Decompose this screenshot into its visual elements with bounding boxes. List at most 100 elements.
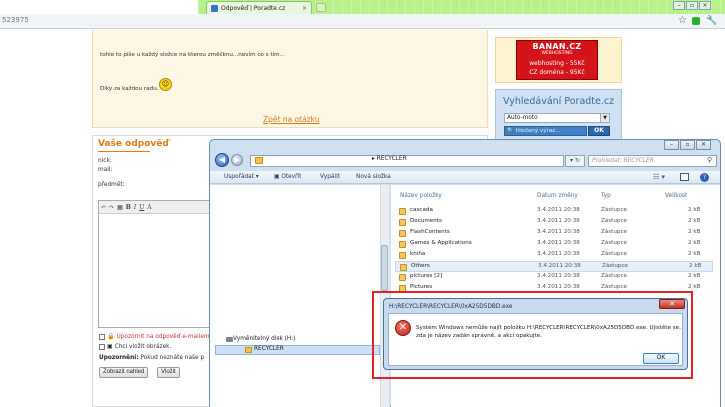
refresh-button[interactable]: ▾ ↻ (565, 155, 585, 167)
bookmark-star-icon[interactable]: ☆ (678, 15, 687, 26)
file-type: Zástupce (601, 240, 627, 246)
search-icon: 🔍 (507, 128, 516, 134)
file-row[interactable]: FlashContents 3.4.2011 20:38 Zástupce 2 kB (395, 228, 713, 239)
back-arrow-icon[interactable]: ◀ (215, 153, 229, 167)
maximize-browser-button[interactable]: ▫ (686, 1, 698, 10)
search-placeholder: hledaný výraz... (515, 128, 561, 134)
column-header-name[interactable]: Název položky (400, 193, 442, 199)
organize-button[interactable]: Uspořádat ▾ (224, 174, 259, 180)
address-bar[interactable] (0, 14, 725, 29)
insert-button[interactable]: Vložit (157, 367, 180, 378)
file-date: 3.4.2011 20:38 (537, 273, 580, 279)
browser-tab[interactable]: Odpověď | Poradte.cz × (206, 1, 312, 14)
close-tab-icon[interactable]: × (302, 5, 307, 12)
file-name: FlashContents (410, 229, 450, 235)
file-size: 2 kB (688, 284, 701, 290)
preview-pane-icon[interactable] (680, 173, 689, 181)
nav-item-label: RECYCLER (254, 346, 284, 352)
file-size: 2 kB (689, 263, 702, 269)
column-header-type[interactable]: Typ (601, 193, 611, 199)
redo-icon[interactable]: ↷ (109, 204, 114, 211)
file-type: Zástupce (601, 229, 627, 235)
file-size: 2 kB (688, 251, 701, 257)
wrench-icon[interactable]: 🔧 (706, 16, 717, 26)
file-date: 3.4.2011 20:38 (537, 218, 580, 224)
insert-table-icon[interactable]: ▦ (117, 204, 123, 211)
shortcut-icon (399, 230, 406, 237)
file-row[interactable]: kniha 3.4.2011 20:38 Zástupce 2 kB (395, 250, 713, 261)
view-options-icon[interactable]: ☷ ▾ (653, 173, 665, 181)
notify-label: Upozornit na odpověď e-mailem (116, 333, 210, 340)
answer-textarea[interactable] (98, 200, 212, 328)
form-title: Vaše odpověď (98, 139, 169, 149)
favicon-icon (211, 4, 218, 12)
dialog-body (388, 313, 683, 366)
back-to-question-link[interactable]: Zpět na otázku (263, 115, 320, 124)
error-icon: ✕ (395, 320, 411, 336)
category-value: Auto-moto (507, 115, 538, 121)
warning-rest: Pokud neznáte naše p (138, 355, 205, 361)
file-type: Zástupce (601, 273, 627, 279)
file-row[interactable]: Games & Applications 3.4.2011 20:38 Zástup… (395, 239, 713, 250)
dialog-close-button[interactable]: ✕ (659, 299, 685, 309)
preview-button[interactable]: Zobrazit nahled (99, 367, 149, 378)
file-row[interactable]: pictures [2] 3.4.2011 20:38 Zástupce 2 kB (395, 272, 713, 283)
desktop-area (0, 0, 198, 14)
maximize-icon[interactable]: ▫ (680, 140, 695, 150)
path-folder[interactable]: RECYCLER (377, 156, 407, 162)
category-select[interactable]: Auto-moto ▼ (504, 113, 610, 123)
dialog-ok-button[interactable]: OK (643, 353, 679, 364)
font-color-button[interactable]: A (147, 204, 151, 211)
search-input[interactable]: 🔍 hledaný výraz... (504, 126, 587, 136)
folder-icon (245, 347, 252, 353)
file-date: 3.4.2011 20:38 (537, 284, 580, 290)
close-browser-button[interactable]: × (699, 1, 711, 10)
message-line: Díky za každou radu. (100, 86, 159, 92)
address-text: 523975 (2, 16, 29, 24)
burn-button[interactable]: Vypálit (320, 174, 340, 180)
file-name: kniha (410, 251, 426, 257)
banner-line: CZ doména - 95Kč (529, 69, 585, 76)
file-name: Pictures (410, 284, 433, 290)
nav-item-recycler[interactable] (215, 345, 380, 355)
notify-checkbox[interactable] (99, 333, 105, 340)
file-row[interactable]: cascada 3.4.2011 20:38 Zástupce 2 kB (395, 206, 713, 217)
extension-icon[interactable] (692, 17, 700, 25)
mail-label: mail: (98, 167, 113, 173)
dialog-title: H:\RECYCLER\RECYCLER\0xA25D5DBD.exe (389, 304, 513, 310)
shortcut-icon (399, 219, 406, 226)
italic-button[interactable]: I (134, 204, 136, 211)
explorer-search-input[interactable]: Prohledat: RECYCLER (588, 155, 717, 167)
explorer-address-bar[interactable] (250, 155, 564, 167)
navigation-pane (210, 185, 390, 407)
explorer-window-controls: – ▫ ✕ (664, 140, 711, 150)
column-header-date[interactable]: Datum změny (537, 193, 578, 199)
help-icon[interactable]: ? (700, 173, 709, 182)
column-header-size[interactable]: Velikost (665, 193, 687, 199)
underline-button[interactable]: U (139, 204, 144, 211)
shortcut-icon (399, 252, 406, 259)
new-folder-button[interactable]: Nová složka (356, 174, 391, 180)
file-date: 3.4.2011 20:38 (537, 251, 580, 257)
subject-label: předmět: (98, 182, 125, 188)
bold-button[interactable]: B (126, 204, 131, 211)
minimize-icon[interactable]: – (664, 140, 679, 150)
file-row-selected[interactable]: Others 3.4.2011 20:38 Zástupce 2 kB (395, 261, 713, 272)
file-name: Documents (410, 218, 442, 224)
shortcut-icon (399, 208, 406, 215)
message-line: tohle to píše u každý složce na kterou z… (100, 52, 285, 58)
file-size: 2 kB (688, 229, 701, 235)
warning-bold: Upozornění: (99, 355, 139, 361)
image-checkbox[interactable] (99, 343, 105, 350)
open-button[interactable]: ▣ Otevřít (274, 174, 301, 180)
nav-item-drive[interactable]: Vyměnitelný disk (H:) (233, 336, 295, 342)
minimize-browser-button[interactable]: – (673, 1, 685, 10)
new-tab-button[interactable] (316, 3, 326, 12)
undo-icon[interactable]: ↶ (101, 204, 106, 211)
file-name: pictures [2] (410, 273, 443, 279)
file-row[interactable]: Documents 3.4.2011 20:38 Zástupce 2 kB (395, 217, 713, 228)
close-icon[interactable]: ✕ (696, 140, 711, 150)
search-ok-button[interactable]: OK (588, 126, 610, 136)
scrollbar-thumb[interactable] (381, 245, 388, 291)
forward-arrow-icon[interactable]: ▶ (231, 154, 243, 166)
